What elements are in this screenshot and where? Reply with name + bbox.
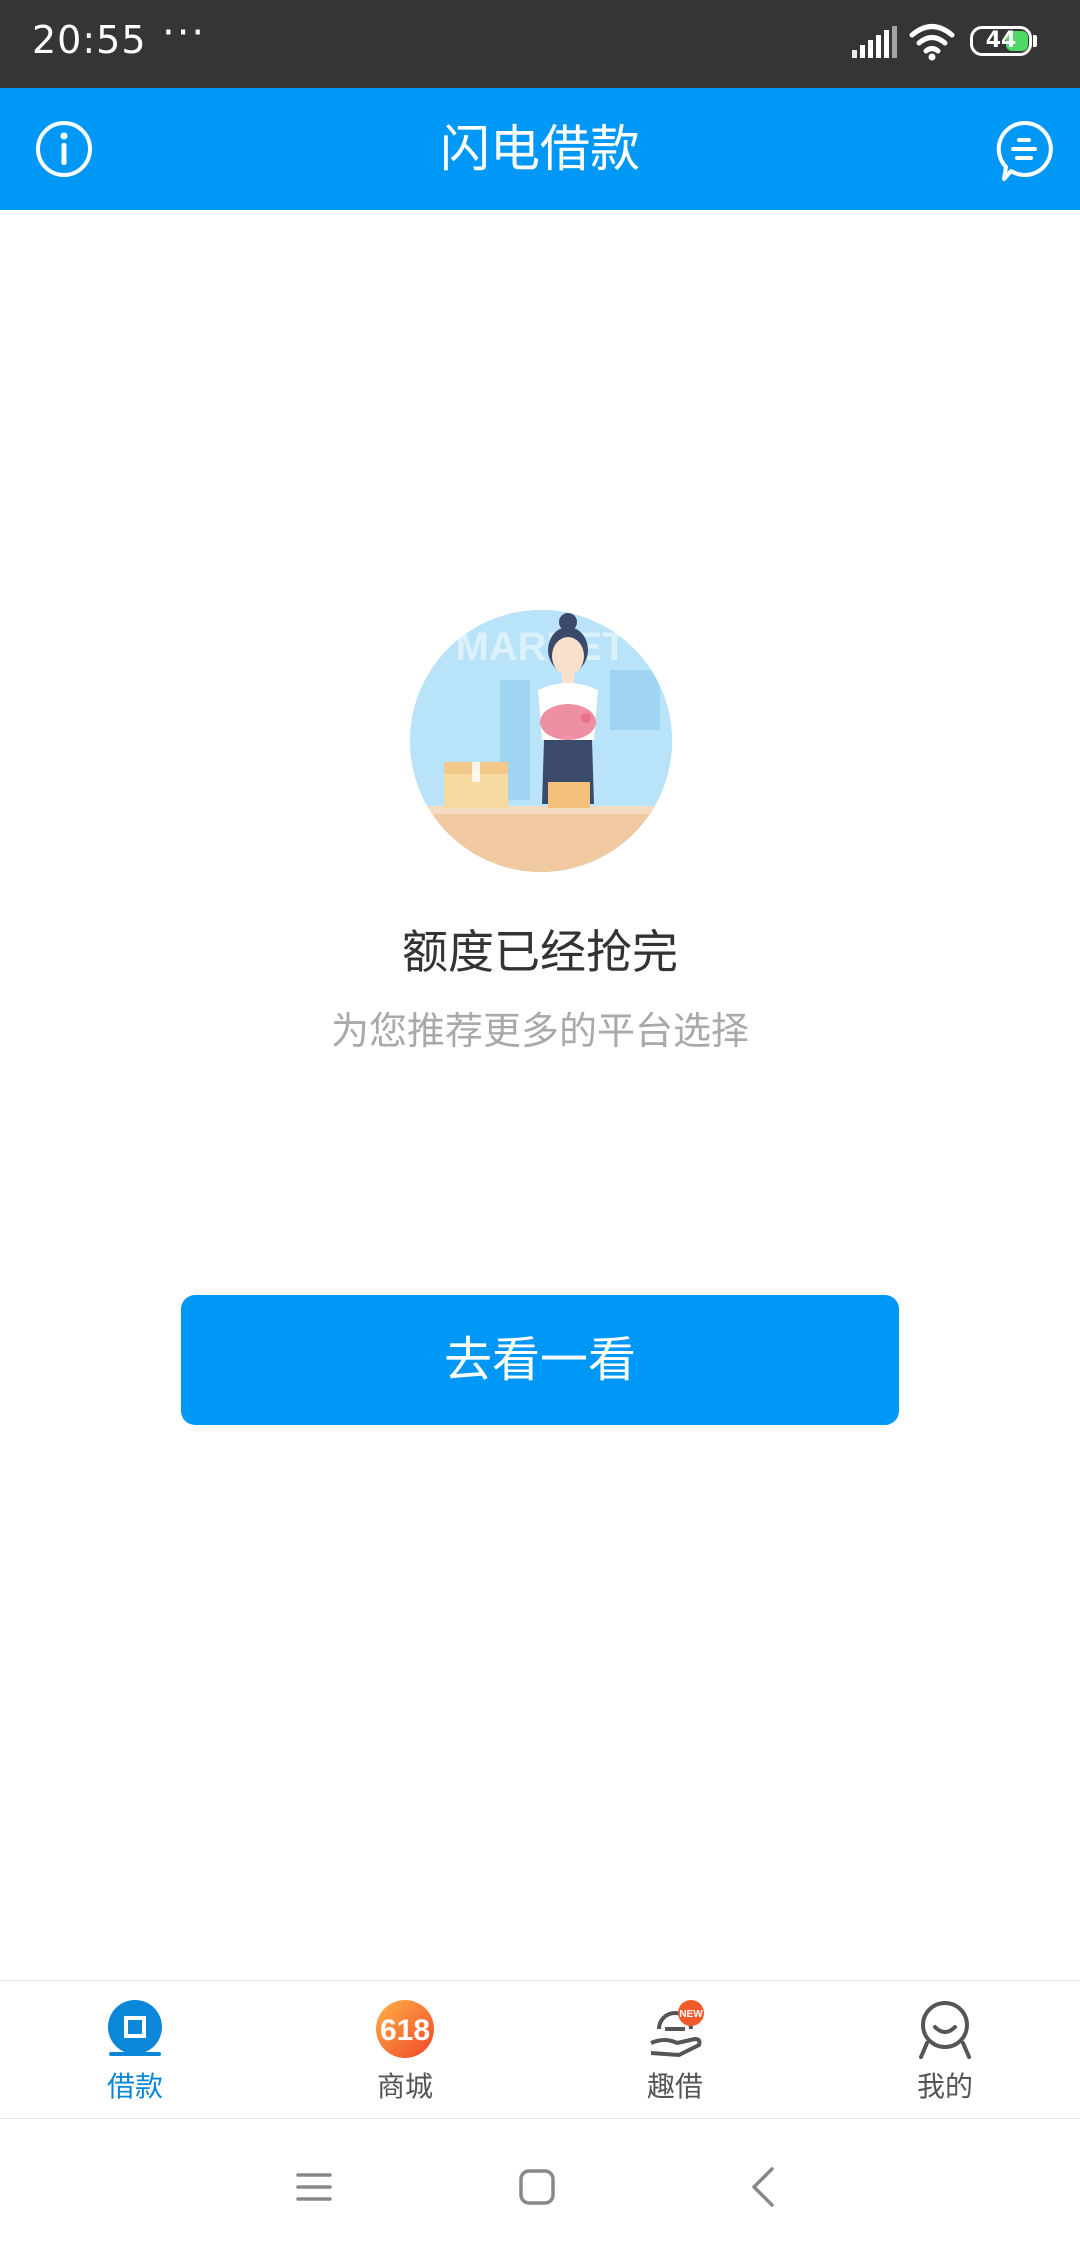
battery-icon: 44 [970,26,1037,60]
mall-618-badge: 618 [380,2014,430,2047]
tab-label: 商城 [376,2070,433,2103]
wifi-icon [909,24,955,61]
status-time: 20:55 [32,18,147,62]
app-header: 闪电借款 [0,88,1080,210]
profile-icon [919,2001,971,2059]
tab-label: 趣借 [646,2070,703,2103]
info-icon[interactable] [34,119,94,179]
empty-state-title: 额度已经抢完 [402,925,678,979]
loan-icon [108,2000,162,2056]
empty-state-subtitle: 为您推荐更多的平台选择 [330,1009,749,1053]
mall-618-icon: 618 [376,2000,434,2058]
battery-percent: 44 [985,28,1017,53]
go-look-button[interactable]: 去看一看 [181,1295,899,1425]
page-title: 闪电借款 [440,120,640,178]
system-nav-bar [0,2118,1080,2249]
illustration-market-text: MARKET [455,625,626,669]
fun-loan-icon: NEW [650,2000,704,2057]
tab-label: 借款 [106,2070,163,2103]
signal-icon [852,26,897,58]
tab-fun-loan[interactable]: NEW 趣借 [540,1981,810,2119]
tab-loan[interactable]: 借款 [0,1981,270,2119]
bottom-tab-bar: 借款 618 商城 NEW 趣借 我的 [0,1980,1080,2119]
back-icon[interactable] [734,2157,794,2217]
chat-icon[interactable] [994,119,1054,183]
tab-label: 我的 [916,2070,973,2103]
tab-mall[interactable]: 618 商城 [270,1981,540,2119]
new-badge: NEW [679,2009,703,2020]
status-overflow-dots: ··· [162,10,207,56]
tab-profile[interactable]: 我的 [810,1981,1080,2119]
menu-icon[interactable] [284,2157,344,2217]
status-bar: 20:55 ··· 44 [0,0,1080,88]
home-icon[interactable] [507,2157,567,2217]
empty-state-illustration: MARKET [410,610,672,872]
